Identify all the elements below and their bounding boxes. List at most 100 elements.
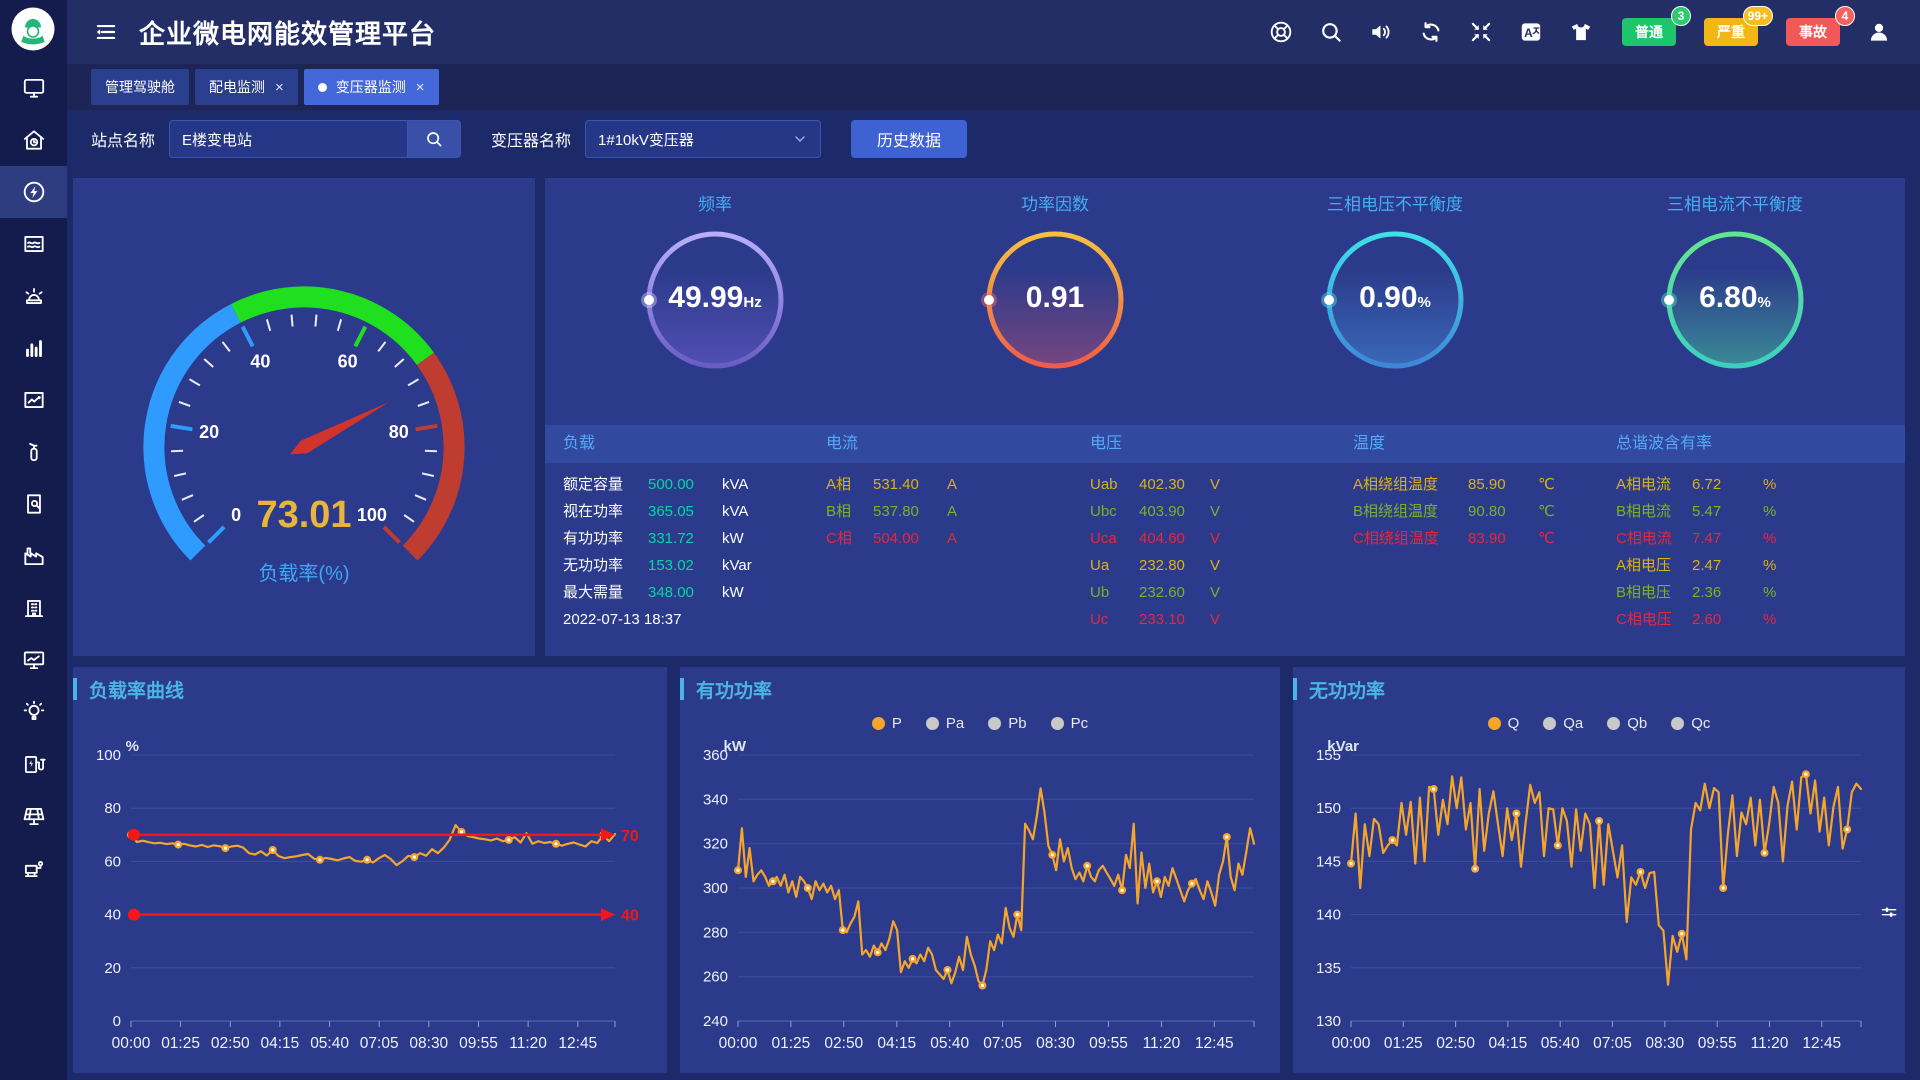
- history-data-button[interactable]: 历史数据: [851, 120, 967, 158]
- legend-item-Qa[interactable]: Qa: [1543, 715, 1583, 732]
- sidebar-item-trend[interactable]: [0, 374, 67, 426]
- table-row: B相绕组温度90.80℃: [1353, 498, 1598, 525]
- transformer-name-label: 变压器名称: [491, 127, 571, 151]
- ev-charger-icon: [21, 751, 47, 777]
- svg-text:70: 70: [621, 828, 639, 845]
- sidebar-item-factory[interactable]: [0, 530, 67, 582]
- alarm-count-badge: 3: [1671, 6, 1691, 26]
- svg-text:05:40: 05:40: [1541, 1035, 1580, 1052]
- tab-1[interactable]: 管理驾驶舱: [91, 69, 189, 105]
- table-row: C相电压2.60%: [1616, 606, 1905, 633]
- table-group-header: 温度: [1335, 425, 1598, 463]
- compress-icon[interactable]: [1468, 19, 1494, 45]
- table-group-column: 额定容量500.00kVA视在功率365.05kVA有功功率331.72kW无功…: [545, 471, 808, 633]
- svg-text:07:05: 07:05: [360, 1035, 399, 1052]
- metric-name: 视在功率: [563, 498, 648, 525]
- tshirt-icon[interactable]: [1568, 19, 1594, 45]
- app-logo[interactable]: [10, 6, 56, 52]
- table-row: Uca404.60V: [1090, 525, 1335, 552]
- metric-name: A相电流: [1616, 471, 1692, 498]
- chart-panel-3: 无功功率QQaQbQc130135140145150155kVar00:0001…: [1293, 667, 1905, 1073]
- metric-value: 365.05: [648, 498, 722, 525]
- tab-close-icon[interactable]: ×: [416, 79, 425, 96]
- sidebar-item-ev-charger[interactable]: [0, 738, 67, 790]
- legend-item-Qb[interactable]: Qb: [1607, 715, 1647, 732]
- table-group-header: 电流: [808, 425, 1072, 463]
- metric-value: 403.90: [1139, 498, 1210, 525]
- legend-item-Qc[interactable]: Qc: [1671, 715, 1710, 732]
- metric-name: A相绕组温度: [1353, 471, 1468, 498]
- page-title: 企业微电网能效管理平台: [139, 14, 436, 51]
- metric-unit: kVA: [722, 498, 748, 525]
- table-group-header: 负载: [545, 425, 808, 463]
- svg-text:80: 80: [389, 422, 409, 442]
- transformer-select[interactable]: 1#10kV变压器: [585, 120, 821, 158]
- translate-icon[interactable]: A: [1518, 19, 1544, 45]
- metric-unit: V: [1210, 579, 1220, 606]
- sidebar-item-building[interactable]: [0, 582, 67, 634]
- site-search-button[interactable]: [407, 120, 461, 158]
- tab-3[interactable]: 变压器监测×: [304, 69, 439, 105]
- svg-text:80: 80: [104, 800, 121, 817]
- alarm-chip-1[interactable]: 普通3: [1622, 18, 1676, 46]
- alarm-chip-2[interactable]: 严重99+: [1704, 18, 1758, 46]
- volume-icon[interactable]: [1368, 19, 1394, 45]
- legend-item-P[interactable]: P: [872, 715, 902, 732]
- sidebar-item-monitor[interactable]: [0, 62, 67, 114]
- refresh-icon[interactable]: [1418, 19, 1444, 45]
- svg-text:kW: kW: [724, 738, 747, 755]
- svg-text:kVar: kVar: [1327, 738, 1359, 755]
- sidebar-item-waves[interactable]: [0, 218, 67, 270]
- metric-name: 最大需量: [563, 579, 648, 606]
- svg-text:09:55: 09:55: [1698, 1035, 1737, 1052]
- sidebar-item-solar-panel[interactable]: [0, 790, 67, 842]
- alarm-chip-3[interactable]: 事故4: [1786, 18, 1840, 46]
- legend-item-Q[interactable]: Q: [1488, 715, 1520, 732]
- solar-panel-icon: [21, 803, 47, 829]
- chart-title: 有功功率: [680, 667, 1280, 711]
- table-group-column: A相531.40AB相537.80AC相504.00A: [808, 471, 1072, 633]
- svg-text:02:50: 02:50: [1436, 1035, 1475, 1052]
- sidebar-item-bulb[interactable]: [0, 686, 67, 738]
- measurement-table: 负载电流电压温度总谐波含有率 额定容量500.00kVA视在功率365.05kV…: [545, 425, 1905, 656]
- metric-name: C相电流: [1616, 525, 1692, 552]
- legend-item-Pa[interactable]: Pa: [926, 715, 964, 732]
- metric-name: C相绕组温度: [1353, 525, 1468, 552]
- sidebar-item-report-search[interactable]: [0, 478, 67, 530]
- help-icon[interactable]: [1268, 19, 1294, 45]
- svg-text:04:15: 04:15: [877, 1035, 916, 1052]
- metric-name: 无功功率: [563, 552, 648, 579]
- tab-2[interactable]: 配电监测×: [195, 69, 298, 105]
- sidebar-item-home[interactable]: [0, 114, 67, 166]
- sidebar-item-power[interactable]: [0, 166, 67, 218]
- sidebar-item-pump[interactable]: [0, 842, 67, 894]
- user-icon[interactable]: [1866, 19, 1892, 45]
- menu-toggle-icon[interactable]: [93, 19, 119, 45]
- svg-text:09:55: 09:55: [1089, 1035, 1128, 1052]
- alarm-chip-label: 严重: [1717, 24, 1745, 40]
- site-name-input[interactable]: [169, 120, 407, 158]
- sidebar-item-extinguisher[interactable]: [0, 426, 67, 478]
- sidebar-item-screen-chart[interactable]: [0, 634, 67, 686]
- site-name-label: 站点名称: [91, 127, 155, 151]
- chart-toolbox-icon[interactable]: [1879, 903, 1899, 923]
- svg-text:40: 40: [621, 908, 639, 925]
- legend-item-Pc[interactable]: Pc: [1051, 715, 1089, 732]
- timestamp: 2022-07-13 18:37: [563, 606, 681, 633]
- line-chart: 130135140145150155kVar00:0001:2502:5004:…: [1293, 735, 1905, 1065]
- metric-value: 6.72: [1692, 471, 1763, 498]
- legend-item-Pb[interactable]: Pb: [988, 715, 1026, 732]
- chart-legend: Q Qa Qb Qc: [1293, 711, 1905, 735]
- kpi-title: 三相电压不平衡度: [1225, 190, 1565, 215]
- sidebar-item-bar-chart[interactable]: [0, 322, 67, 374]
- alarm-chip-label: 事故: [1799, 24, 1827, 40]
- table-row: Uab402.30V: [1090, 471, 1335, 498]
- sidebar-item-alarm[interactable]: [0, 270, 67, 322]
- search-icon[interactable]: [1318, 19, 1344, 45]
- svg-text:11:20: 11:20: [509, 1035, 547, 1052]
- tab-close-icon[interactable]: ×: [275, 79, 284, 96]
- table-row: 额定容量500.00kVA: [563, 471, 808, 498]
- svg-text:0: 0: [231, 505, 241, 525]
- metric-unit: kVar: [722, 552, 752, 579]
- metric-value: 402.30: [1139, 471, 1210, 498]
